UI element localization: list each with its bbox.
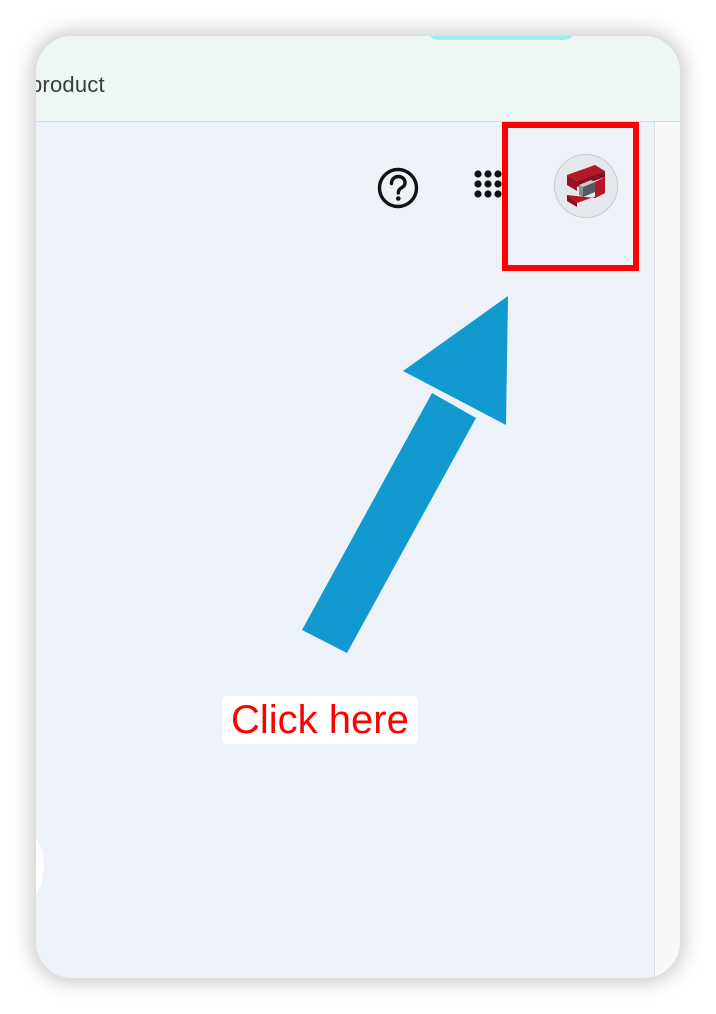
highlight-box	[502, 122, 639, 271]
callout-label: Click here	[222, 696, 418, 744]
help-circle-icon[interactable]	[376, 166, 420, 210]
screenshot-stage: product Click here	[0, 0, 716, 1014]
scrollbar-track[interactable]	[654, 122, 680, 978]
browser-frame: product Click here	[36, 36, 680, 978]
top-bar: product	[36, 36, 680, 122]
page-title-partial: product	[36, 72, 105, 97]
teal-tab-indicator	[426, 36, 576, 40]
